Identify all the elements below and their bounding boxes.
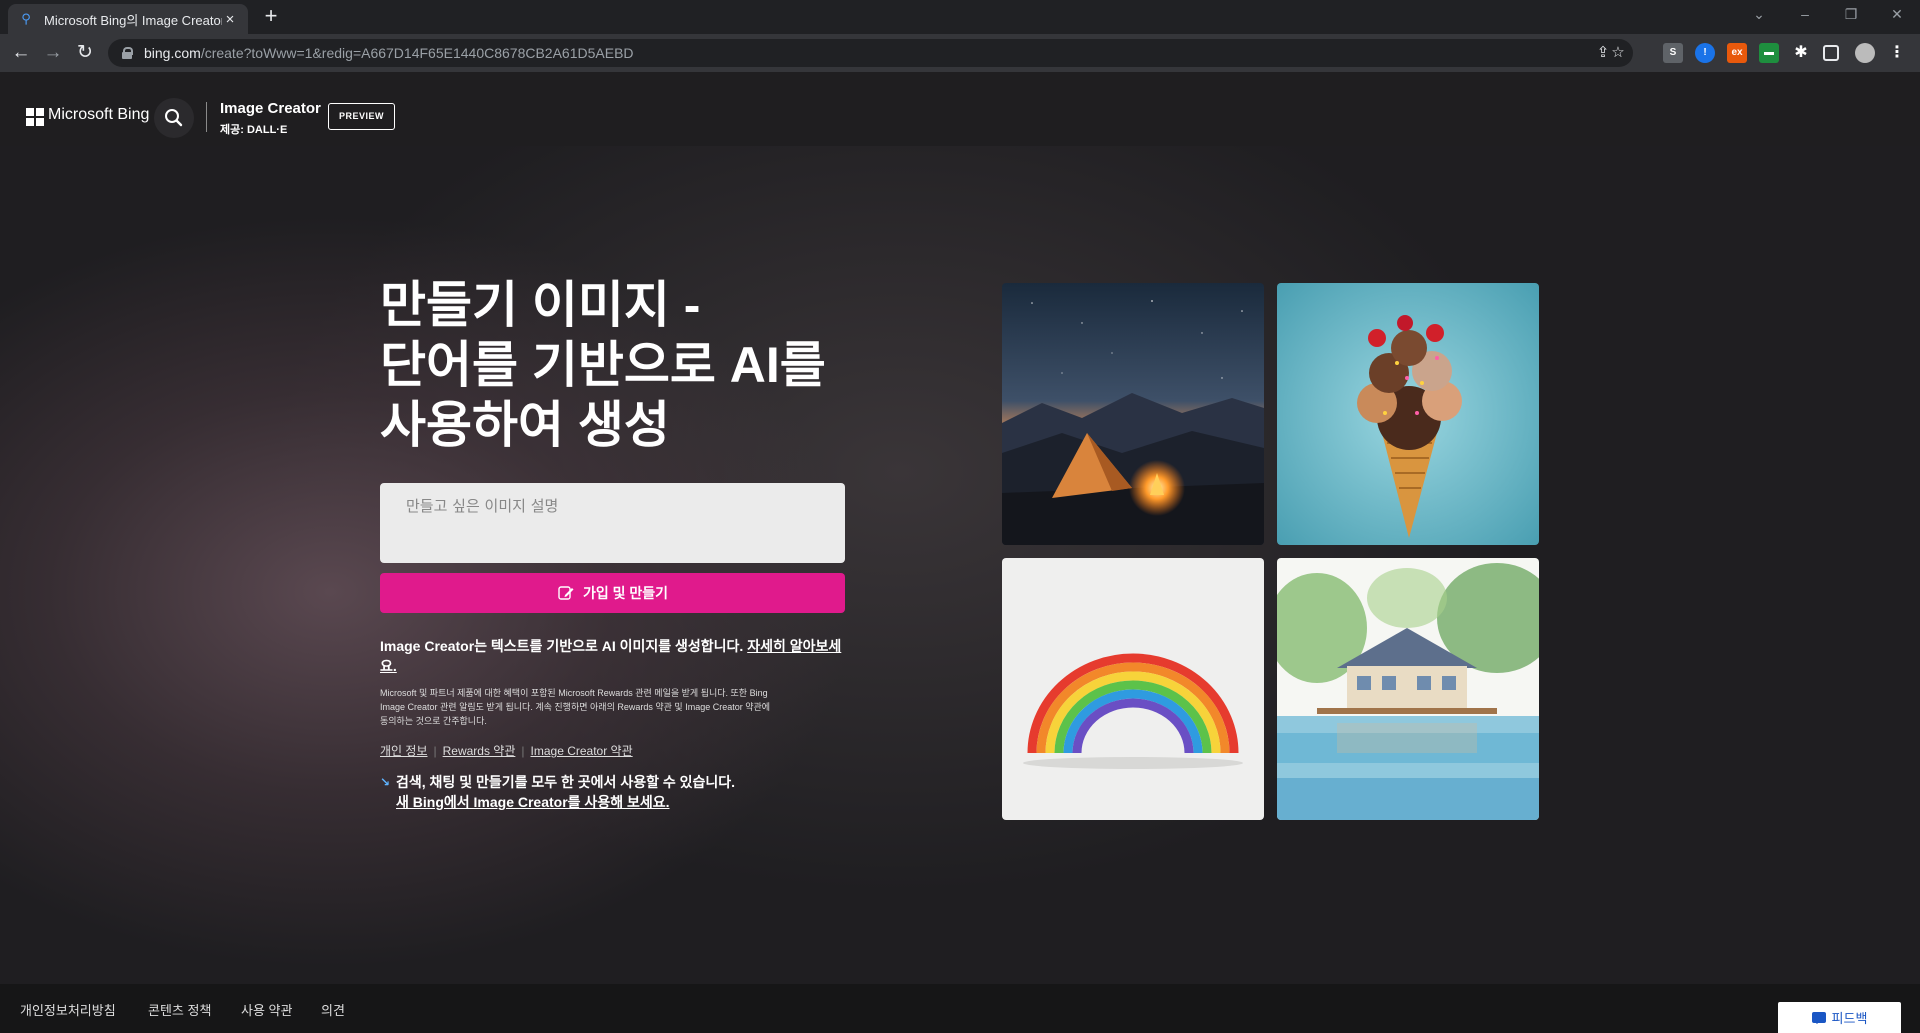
bing-chat-icon: ↘ — [380, 775, 391, 789]
forward-arrow-icon[interactable]: → — [40, 40, 66, 66]
sample-image-campfire[interactable] — [1002, 283, 1264, 545]
join-and-create-button[interactable]: 가입 및 만들기 — [380, 573, 845, 613]
bing-search-icon: ⚲ — [21, 11, 31, 26]
fine-print: Microsoft 및 파트너 제품에 대한 혜택이 포함된 Microsoft… — [380, 688, 771, 726]
tab-search-icon[interactable]: ⌄ — [1736, 0, 1782, 30]
lock-icon — [122, 47, 133, 59]
feedback-label: 피드백 — [1831, 1011, 1868, 1026]
microsoft-logo-icon[interactable] — [26, 108, 44, 126]
tab-close-icon[interactable]: × — [222, 11, 238, 28]
new-bing-promo-text: 검색, 채팅 및 만들기를 모두 한 곳에서 사용할 수 있습니다. — [396, 774, 736, 790]
brand-name[interactable]: Microsoft Bing — [48, 106, 149, 124]
extension-s-icon[interactable]: S — [1663, 43, 1683, 63]
search-icon — [165, 109, 183, 127]
rewards-terms-link[interactable]: Rewards 약관 — [443, 744, 516, 758]
policy-links: 개인 정보 | Rewards 약관 | Image Creator 약관 — [380, 742, 633, 759]
site-header: Microsoft Bing Image Creator 제공: DALL·E … — [0, 72, 1920, 146]
preview-badge: PREVIEW — [328, 103, 395, 130]
new-tab-button[interactable]: + — [258, 4, 284, 30]
headline-line: 단어를 기반으로 AI를 — [380, 337, 826, 393]
reload-icon[interactable]: ↻ — [72, 40, 98, 66]
search-button[interactable] — [154, 98, 194, 138]
create-pen-icon — [558, 586, 574, 600]
site-footer: 개인정보처리방침 콘텐츠 정책 사용 약관 의견 — [0, 984, 1920, 1033]
new-bing-link[interactable]: 새 Bing에서 Image Creator를 사용해 보세요. — [396, 792, 670, 812]
tab-title: Microsoft Bing의 Image Creator — [44, 12, 222, 28]
browser-tab-strip: ⚲ Microsoft Bing의 Image Creator × + ⌄ – … — [0, 0, 1920, 34]
extension-green-icon[interactable]: ▬ — [1759, 43, 1779, 63]
product-subtitle: 제공: DALL·E — [220, 124, 288, 136]
link-separator: | — [433, 744, 437, 758]
footer-privacy-link[interactable]: 개인정보처리방침 — [20, 1000, 116, 1019]
headline-line: 사용하여 생성 — [380, 397, 670, 453]
link-separator: | — [521, 744, 525, 758]
product-title[interactable]: Image Creator — [220, 100, 321, 117]
description-body: Image Creator는 텍스트를 기반으로 AI 이미지를 생성합니다. — [380, 638, 748, 654]
extension-info-icon[interactable]: ! — [1695, 43, 1715, 63]
restore-button[interactable]: ❐ — [1828, 0, 1874, 30]
sample-image-ice-cream[interactable] — [1277, 283, 1539, 545]
back-arrow-icon[interactable]: ← — [8, 40, 34, 66]
profile-avatar[interactable] — [1855, 43, 1875, 63]
sample-image-rainbow[interactable] — [1002, 558, 1264, 820]
close-window-button[interactable]: ✕ — [1874, 0, 1920, 30]
page-body: Microsoft Bing Image Creator 제공: DALL·E … — [0, 72, 1920, 1033]
sample-image-lake-house[interactable] — [1277, 558, 1539, 820]
footer-feedback-link[interactable]: 의견 — [321, 1000, 345, 1019]
minimize-button[interactable]: – — [1782, 0, 1828, 30]
privacy-link[interactable]: 개인 정보 — [380, 744, 428, 758]
side-panel-icon[interactable] — [1823, 45, 1839, 61]
footer-terms-link[interactable]: 사용 약관 — [241, 1000, 292, 1019]
url-host: bing.com — [144, 45, 201, 61]
puzzle-icon[interactable]: ✱ — [1791, 43, 1811, 63]
feedback-button[interactable]: 피드백 — [1778, 1002, 1901, 1033]
address-bar[interactable]: bing.com/create?toWww=1&redig=A667D14F65… — [108, 39, 1633, 67]
url-path: /create?toWww=1&redig=A667D14F65E1440C86… — [200, 45, 634, 61]
image-creator-terms-link[interactable]: Image Creator 약관 — [531, 744, 633, 758]
description-text: Image Creator는 텍스트를 기반으로 AI 이미지를 생성합니다. … — [380, 636, 850, 676]
create-button-label: 가입 및 만들기 — [582, 585, 669, 601]
extension-orange-icon[interactable]: ex — [1727, 43, 1747, 63]
page-headline: 만들기 이미지 - 단어를 기반으로 AI를 사용하여 생성 — [380, 275, 860, 455]
more-menu-icon[interactable]: ⋮ — [1887, 43, 1907, 63]
prompt-input[interactable] — [380, 483, 845, 563]
footer-content-policy-link[interactable]: 콘텐츠 정책 — [148, 1000, 211, 1019]
browser-toolbar: ← → ↻ bing.com/create?toWww=1&redig=A667… — [0, 34, 1920, 72]
headline-line: 만들기 이미지 - — [380, 277, 701, 333]
browser-tab[interactable]: ⚲ Microsoft Bing의 Image Creator × — [8, 4, 248, 34]
chat-bubble-icon — [1811, 1012, 1826, 1024]
bookmark-star-icon[interactable]: ☆ — [1608, 43, 1628, 63]
header-divider — [206, 102, 207, 132]
